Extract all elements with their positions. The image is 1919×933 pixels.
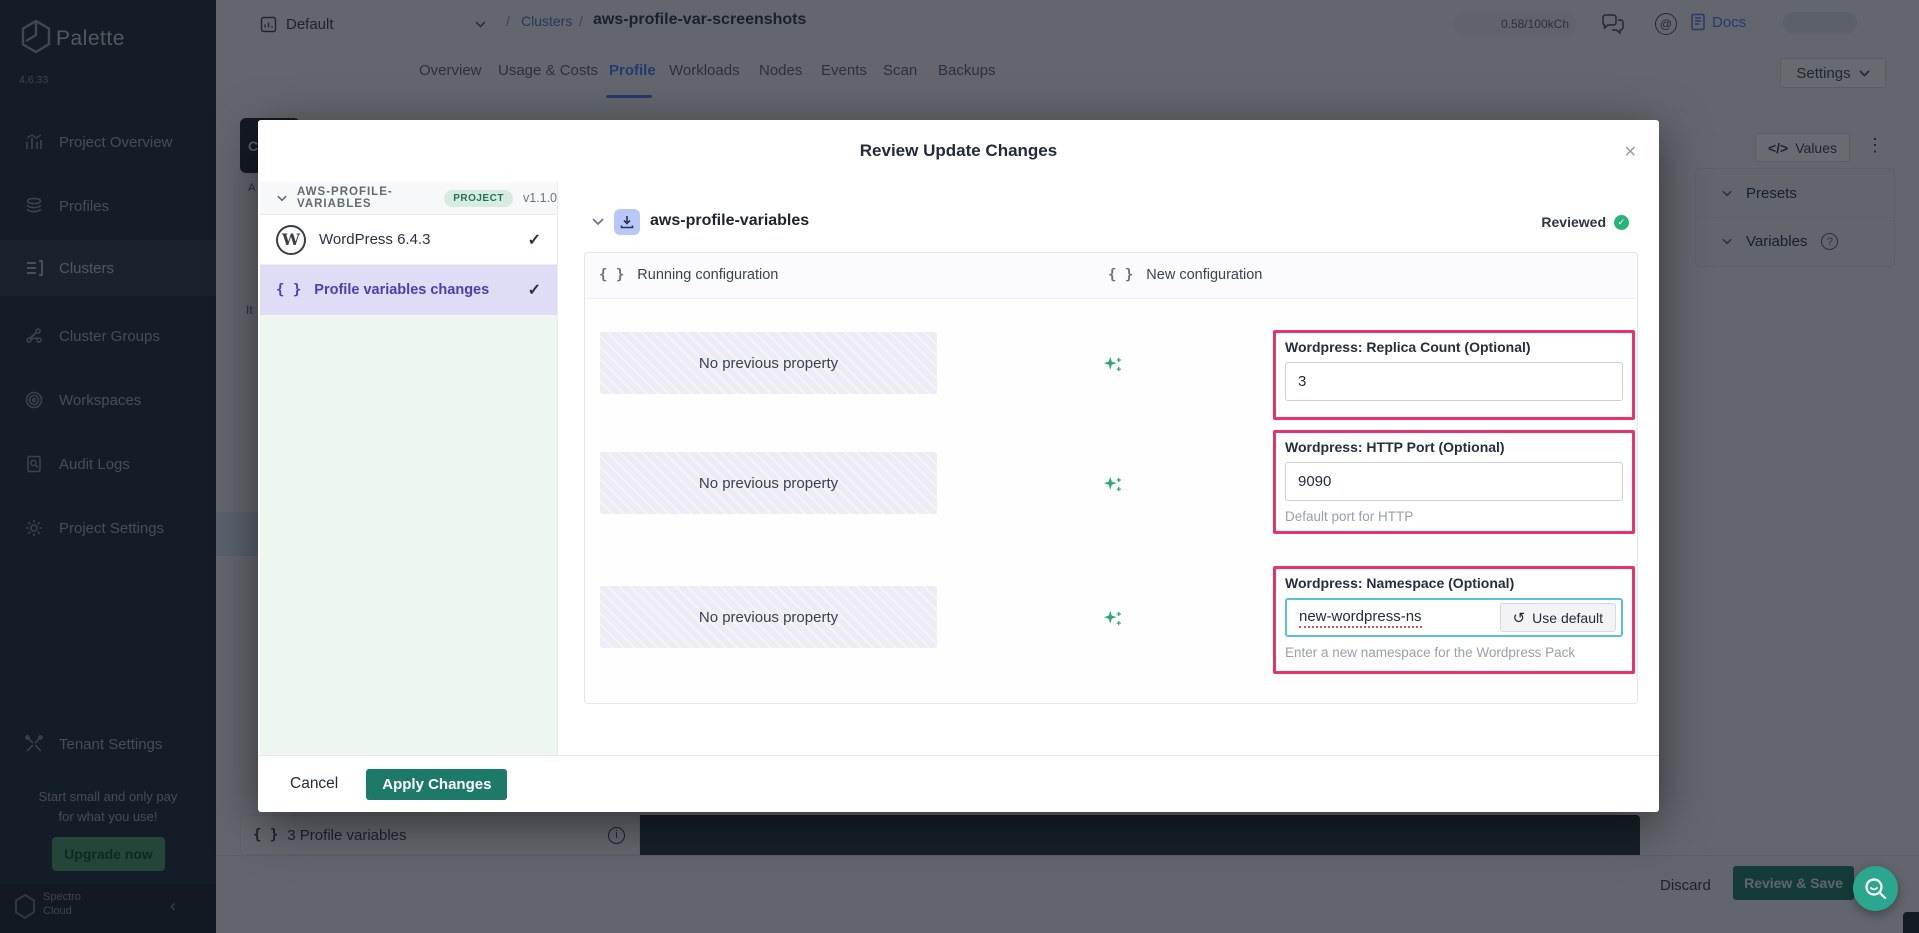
sparkle-new-value-icon bbox=[1102, 354, 1124, 376]
review-update-changes-modal: Review Update Changes ✕ AWS-PROFILE-VARI… bbox=[258, 120, 1659, 812]
check-icon: ✓ bbox=[528, 280, 541, 300]
http-port-input[interactable]: 9090 bbox=[1285, 462, 1623, 501]
input-value: 3 bbox=[1298, 373, 1306, 390]
new-configuration-header: { } New configuration bbox=[1108, 267, 1262, 283]
no-previous-property-label: No previous property bbox=[699, 355, 838, 372]
import-pack-icon bbox=[614, 209, 640, 235]
scope-badge: PROJECT bbox=[444, 190, 513, 207]
field-label: Wordpress: Replica Count (Optional) bbox=[1285, 339, 1623, 355]
no-previous-property-box: No previous property bbox=[600, 586, 937, 648]
profile-name: AWS-PROFILE-VARIABLES bbox=[297, 186, 434, 210]
field-helper: Enter a new namespace for the Wordpress … bbox=[1285, 645, 1623, 660]
no-previous-property-box: No previous property bbox=[600, 452, 937, 514]
diff-header: { } Running configuration { } New config… bbox=[585, 253, 1637, 299]
field-label: Wordpress: Namespace (Optional) bbox=[1285, 575, 1623, 591]
support-chat-fab[interactable] bbox=[1853, 866, 1898, 911]
new-configuration-label: New configuration bbox=[1146, 267, 1262, 283]
profile-tree-header[interactable]: AWS-PROFILE-VARIABLES PROJECT v1.1.0 bbox=[260, 182, 557, 215]
chevron-down-icon[interactable] bbox=[592, 218, 604, 226]
input-value: 9090 bbox=[1298, 473, 1331, 490]
apply-changes-button[interactable]: Apply Changes bbox=[366, 769, 507, 800]
modal-body: AWS-PROFILE-VARIABLES PROJECT v1.1.0 W W… bbox=[258, 182, 1659, 755]
pack-item-wordpress[interactable]: W WordPress 6.4.3 ✓ bbox=[260, 215, 557, 265]
sparkle-new-value-icon bbox=[1102, 608, 1124, 630]
field-helper: Default port for HTTP bbox=[1285, 509, 1623, 524]
magnifier-smile-icon bbox=[1863, 876, 1889, 902]
screen: Palette 4.6.33 Project Overview Profiles… bbox=[0, 0, 1919, 933]
close-icon[interactable]: ✕ bbox=[1624, 142, 1637, 162]
no-previous-property-label: No previous property bbox=[699, 609, 838, 626]
input-value: new-wordpress-ns bbox=[1299, 608, 1422, 628]
sparkle-new-value-icon bbox=[1102, 474, 1124, 496]
modal-footer: Cancel Apply Changes bbox=[258, 755, 1659, 812]
section-title: aws-profile-variables bbox=[650, 212, 809, 230]
changes-review-area: aws-profile-variables Reviewed ✓ { } Run… bbox=[558, 182, 1659, 755]
configuration-diff-panel: { } Running configuration { } New config… bbox=[584, 252, 1638, 704]
profile-tree-panel: AWS-PROFILE-VARIABLES PROJECT v1.1.0 W W… bbox=[260, 182, 558, 755]
running-configuration-label: Running configuration bbox=[637, 267, 778, 283]
profile-variables-changes-item[interactable]: { } Profile variables changes ✓ bbox=[260, 265, 557, 315]
use-default-button[interactable]: ↺ Use default bbox=[1500, 603, 1616, 632]
no-previous-property-label: No previous property bbox=[699, 475, 838, 492]
no-previous-property-box: No previous property bbox=[600, 332, 937, 394]
use-default-label: Use default bbox=[1532, 610, 1603, 626]
field-http-port: Wordpress: HTTP Port (Optional) 9090 Def… bbox=[1273, 430, 1635, 534]
reviewed-label: Reviewed bbox=[1541, 214, 1606, 230]
pack-label: WordPress 6.4.3 bbox=[319, 231, 430, 248]
replica-count-input[interactable]: 3 bbox=[1285, 362, 1623, 401]
field-namespace: Wordpress: Namespace (Optional) new-word… bbox=[1273, 566, 1635, 674]
cancel-button[interactable]: Cancel bbox=[290, 775, 338, 793]
modal-title: Review Update Changes bbox=[258, 120, 1659, 182]
profile-version: v1.1.0 bbox=[523, 191, 557, 205]
chevron-down-icon bbox=[277, 195, 287, 202]
changes-label: Profile variables changes bbox=[314, 282, 489, 298]
braces-icon: { } bbox=[599, 267, 624, 283]
reviewed-check-icon: ✓ bbox=[1614, 215, 1629, 230]
field-label: Wordpress: HTTP Port (Optional) bbox=[1285, 439, 1623, 455]
check-icon: ✓ bbox=[528, 230, 541, 250]
field-replica-count: Wordpress: Replica Count (Optional) 3 bbox=[1273, 330, 1635, 420]
running-configuration-header: { } Running configuration bbox=[599, 267, 778, 283]
braces-icon: { } bbox=[276, 282, 301, 298]
braces-icon: { } bbox=[1108, 267, 1133, 283]
history-icon: ↺ bbox=[1513, 609, 1526, 627]
namespace-input[interactable]: new-wordpress-ns ↺ Use default bbox=[1285, 598, 1623, 637]
wordpress-logo-icon: W bbox=[276, 225, 306, 255]
